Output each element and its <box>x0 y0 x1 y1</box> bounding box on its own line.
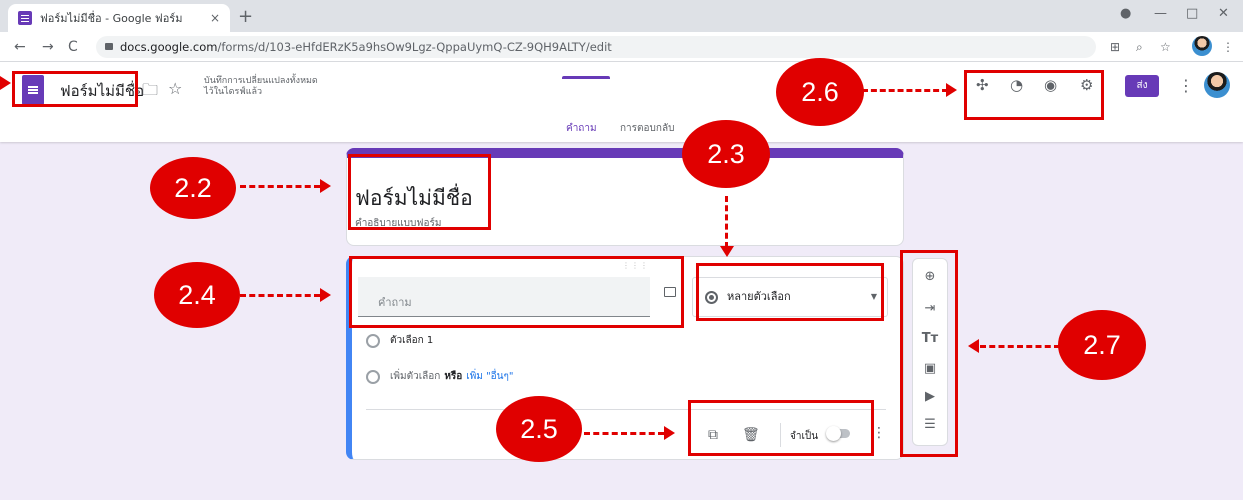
forward-icon[interactable]: → <box>42 39 54 55</box>
minimize-icon[interactable]: — <box>1154 6 1167 21</box>
highlight-toolbar <box>964 70 1104 120</box>
arrow-2-5 <box>584 432 664 435</box>
more-menu-icon[interactable]: ⋮ <box>1178 76 1194 95</box>
arrow-head-2-3 <box>720 246 734 257</box>
bookmark-star-icon[interactable]: ☆ <box>1160 40 1171 54</box>
new-tab-button[interactable]: + <box>238 6 253 27</box>
add-option-row: เพิ่มตัวเลือก หรือ เพิ่ม "อื่นๆ" <box>366 369 514 384</box>
close-window-icon[interactable]: ✕ <box>1218 6 1229 21</box>
annotation-2-4: 2.4 <box>154 262 240 328</box>
add-other-link[interactable]: เพิ่ม "อื่นๆ" <box>466 369 513 384</box>
tab-title: ฟอร์มไม่มีชื่อ - Google ฟอร์ม <box>40 12 183 25</box>
star-icon[interactable]: ☆ <box>168 79 182 98</box>
tab-close-icon[interactable]: × <box>210 11 220 25</box>
reload-icon[interactable]: C <box>68 39 78 55</box>
send-button[interactable]: ส่ง <box>1125 75 1159 97</box>
browser-menu-icon[interactable]: ⋮ <box>1222 40 1234 54</box>
lock-icon <box>105 43 113 50</box>
highlight-form-title <box>348 154 491 230</box>
arrow-head-2-4 <box>320 288 331 302</box>
arrow-head-2-2 <box>320 179 331 193</box>
folder-icon[interactable]: 🗀 <box>142 79 158 106</box>
highlight-footer-actions <box>688 400 874 456</box>
annotation-2-5: 2.5 <box>496 396 582 462</box>
add-option-link[interactable]: เพิ่มตัวเลือก <box>390 369 440 384</box>
url-path: /forms/d/103-eHfdERzK5a9hsOw9Lgz-QppaUym… <box>217 40 612 54</box>
arrow-head-2-7 <box>968 339 979 353</box>
tab-questions[interactable]: คำถาม <box>566 121 597 136</box>
highlight-question-type <box>696 263 884 321</box>
arrow-head-left-edge <box>0 76 11 90</box>
browser-tab-bar: ฟอร์มไม่มีชื่อ - Google ฟอร์ม × + ● — □ … <box>0 0 1243 32</box>
arrow-2-6 <box>862 89 948 92</box>
url-field[interactable]: docs.google.com/forms/d/103-eHfdERzK5a9h… <box>96 36 1096 58</box>
arrow-2-3 <box>725 196 728 248</box>
option-row-1[interactable]: ตัวเลือก 1 <box>366 333 433 348</box>
save-status-line2: ไว้ในไดรฟ์แล้ว <box>204 87 263 97</box>
arrow-2-2 <box>240 185 320 188</box>
tab-responses[interactable]: การตอบกลับ <box>620 121 674 136</box>
highlight-title <box>12 71 138 107</box>
address-bar-row: ← → C docs.google.com/forms/d/103-eHfdER… <box>0 32 1243 62</box>
arrow-2-4 <box>240 294 320 297</box>
translate-icon[interactable]: ⊞ <box>1110 40 1120 54</box>
annotation-2-3: 2.3 <box>682 120 770 188</box>
question-more-icon[interactable]: ⋮ <box>872 425 886 441</box>
save-status: บันทึกการเปลี่ยนแปลงทั้งหมด ไว้ในไดรฟ์แล… <box>204 76 318 98</box>
radio-circle-icon <box>366 369 380 384</box>
option-label-1[interactable]: ตัวเลือก 1 <box>390 333 433 348</box>
forms-favicon-icon <box>18 11 32 25</box>
zoom-icon[interactable]: ⌕ <box>1136 40 1143 55</box>
maximize-icon[interactable]: □ <box>1186 6 1198 21</box>
or-text: หรือ <box>444 371 463 382</box>
active-tab-indicator <box>562 76 610 79</box>
annotation-2-2: 2.2 <box>150 157 236 219</box>
profile-dot-icon[interactable]: ● <box>1120 6 1131 21</box>
radio-circle-icon <box>366 333 380 348</box>
save-status-line1: บันทึกการเปลี่ยนแปลงทั้งหมด <box>204 76 318 86</box>
url-host: docs.google.com <box>120 40 218 54</box>
highlight-question-input <box>349 256 684 328</box>
back-icon[interactable]: ← <box>14 39 26 55</box>
user-avatar[interactable] <box>1204 72 1230 98</box>
arrow-head-2-6 <box>946 83 957 97</box>
arrow-head-2-5 <box>664 426 675 440</box>
highlight-sidebar <box>900 250 958 457</box>
browser-tab[interactable]: ฟอร์มไม่มีชื่อ - Google ฟอร์ม × <box>8 4 230 32</box>
annotation-2-6: 2.6 <box>776 58 864 126</box>
arrow-2-7 <box>980 345 1060 348</box>
browser-avatar[interactable] <box>1192 36 1212 56</box>
annotation-2-7: 2.7 <box>1058 310 1146 380</box>
